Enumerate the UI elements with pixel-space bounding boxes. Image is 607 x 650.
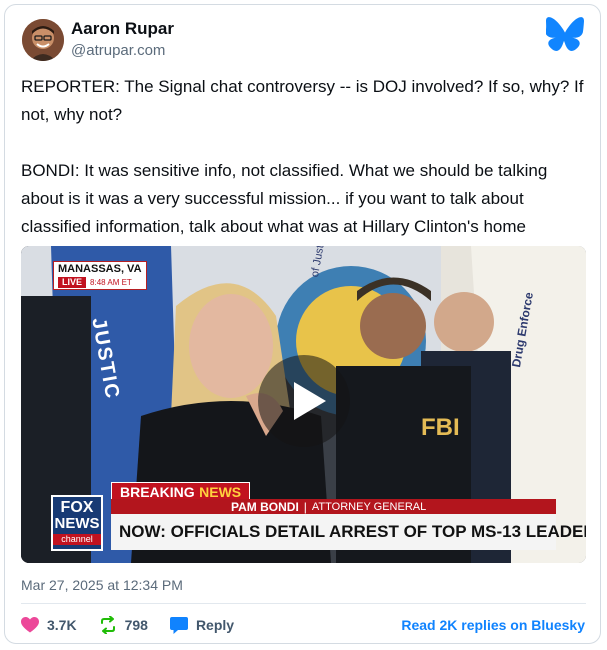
speaker-name: PAM BONDI bbox=[231, 499, 299, 514]
fox-logo-bottom: channel bbox=[53, 534, 101, 545]
avatar[interactable] bbox=[22, 19, 64, 61]
author-name[interactable]: Aaron Rupar bbox=[71, 19, 174, 39]
location-label: MANASSAS, VA bbox=[58, 263, 142, 275]
reply-button[interactable]: Reply bbox=[169, 616, 235, 634]
live-badge: LIVE bbox=[58, 277, 87, 288]
butterfly-icon[interactable] bbox=[545, 17, 584, 51]
post-text: REPORTER: The Signal chat controversy --… bbox=[21, 77, 584, 236]
fox-logo-mid: NEWS bbox=[54, 515, 100, 532]
reply-label: Reply bbox=[195, 617, 235, 633]
fox-news-logo: FOX NEWS channel bbox=[51, 495, 103, 551]
divider bbox=[21, 603, 586, 604]
post-timestamp[interactable]: Mar 27, 2025 at 12:34 PM bbox=[21, 577, 183, 593]
headline-text: NOW: OFFICIALS DETAIL ARREST OF TOP MS-1… bbox=[119, 522, 586, 541]
repost-icon bbox=[100, 616, 115, 634]
author-handle[interactable]: @atrupar.com bbox=[71, 42, 165, 59]
heart-icon bbox=[21, 617, 39, 633]
live-time: 8:48 AM ET bbox=[90, 278, 132, 287]
speaker-divider: | bbox=[303, 499, 307, 514]
like-button[interactable]: 3.7K bbox=[21, 617, 77, 633]
video-player[interactable]: MANASSAS, VA LIVE 8:48 AM ET JUSTIC of J… bbox=[21, 246, 586, 563]
repost-count: 798 bbox=[124, 617, 148, 633]
post-card: Aaron Rupar @atrupar.com REPORTER: The S… bbox=[4, 4, 601, 644]
reply-bubble-icon bbox=[169, 616, 188, 634]
action-bar: 3.7K 798 Reply bbox=[21, 613, 256, 637]
speaker-title: ATTORNEY GENERAL bbox=[311, 500, 427, 513]
headline-bar: NOW: OFFICIALS DETAIL ARREST OF TOP MS-1… bbox=[111, 514, 586, 550]
repost-button[interactable]: 798 bbox=[99, 616, 148, 634]
live-row: LIVE 8:48 AM ET bbox=[58, 277, 142, 288]
speaker-bar: PAM BONDI | ATTORNEY GENERAL bbox=[111, 499, 556, 514]
location-tag: MANASSAS, VA LIVE 8:48 AM ET bbox=[53, 261, 147, 290]
play-button[interactable] bbox=[258, 355, 350, 447]
read-replies-link[interactable]: Read 2K replies on Bluesky bbox=[401, 617, 585, 633]
breaking-label: BREAKING bbox=[120, 484, 195, 500]
like-count: 3.7K bbox=[47, 617, 77, 633]
fbi-label: FBI bbox=[421, 414, 460, 441]
play-icon bbox=[294, 382, 326, 420]
fox-logo-top: FOX bbox=[60, 499, 94, 516]
news-label: NEWS bbox=[199, 484, 242, 500]
